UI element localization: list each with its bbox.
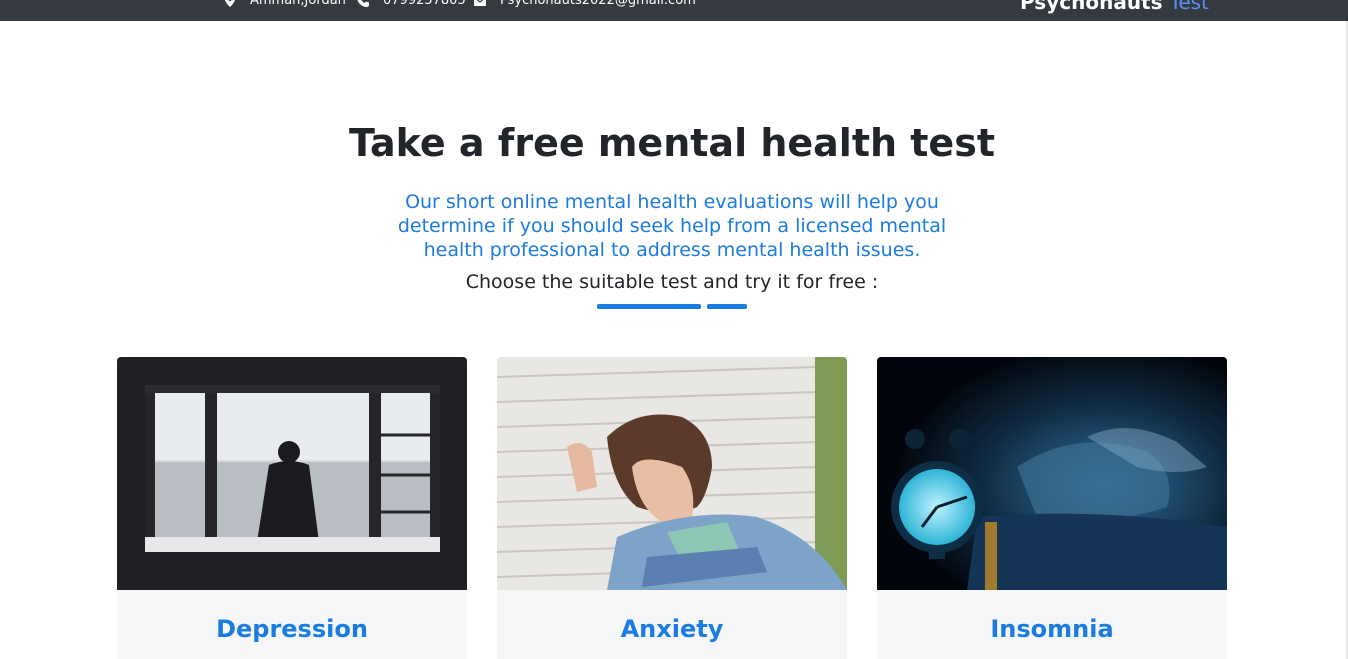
card-title[interactable]: Anxiety — [497, 615, 847, 643]
card-body: Depression — [117, 590, 467, 659]
person-sitting-at-window-image — [117, 357, 467, 590]
boy-leaning-on-wall-image — [497, 357, 847, 590]
hero-subtitle: Choose the suitable test and try it for … — [465, 271, 879, 293]
email-text: Psychonauts2022@gmail.com — [500, 0, 696, 8]
contact-phone[interactable]: 0799257805 — [357, 0, 466, 9]
hero-description: Our short online mental health evaluatio… — [397, 191, 947, 261]
card-body: Anxiety — [497, 590, 847, 659]
contact-email[interactable]: Psychonauts2022@gmail.com — [474, 0, 696, 9]
contact-location: Amman,Jordan — [224, 0, 346, 9]
envelope-icon — [474, 0, 486, 6]
card-body: Insomnia — [877, 590, 1227, 659]
phone-text: 0799257805 — [383, 0, 466, 8]
card-title[interactable]: Depression — [117, 615, 467, 643]
brand-logo[interactable]: Psychonauts Test — [1020, 0, 1209, 14]
section-divider-short — [707, 304, 747, 309]
card-title[interactable]: Insomnia — [877, 615, 1227, 643]
brand-accent-text: Test — [1169, 0, 1209, 14]
test-card-anxiety[interactable]: Anxiety — [497, 357, 847, 659]
location-text: Amman,Jordan — [250, 0, 346, 8]
phone-icon — [357, 0, 369, 7]
test-card-depression[interactable]: Depression — [117, 357, 467, 659]
section-divider-long — [597, 304, 701, 309]
map-pin-icon — [225, 0, 235, 7]
alarm-clock-at-night-image — [877, 357, 1227, 590]
brand-main-text: Psychonauts — [1020, 0, 1163, 14]
top-contact-bar: Amman,Jordan 0799257805 Psychonauts2022@… — [0, 0, 1348, 21]
test-card-insomnia[interactable]: Insomnia — [877, 357, 1227, 659]
page-title: Take a free mental health test — [349, 121, 995, 165]
